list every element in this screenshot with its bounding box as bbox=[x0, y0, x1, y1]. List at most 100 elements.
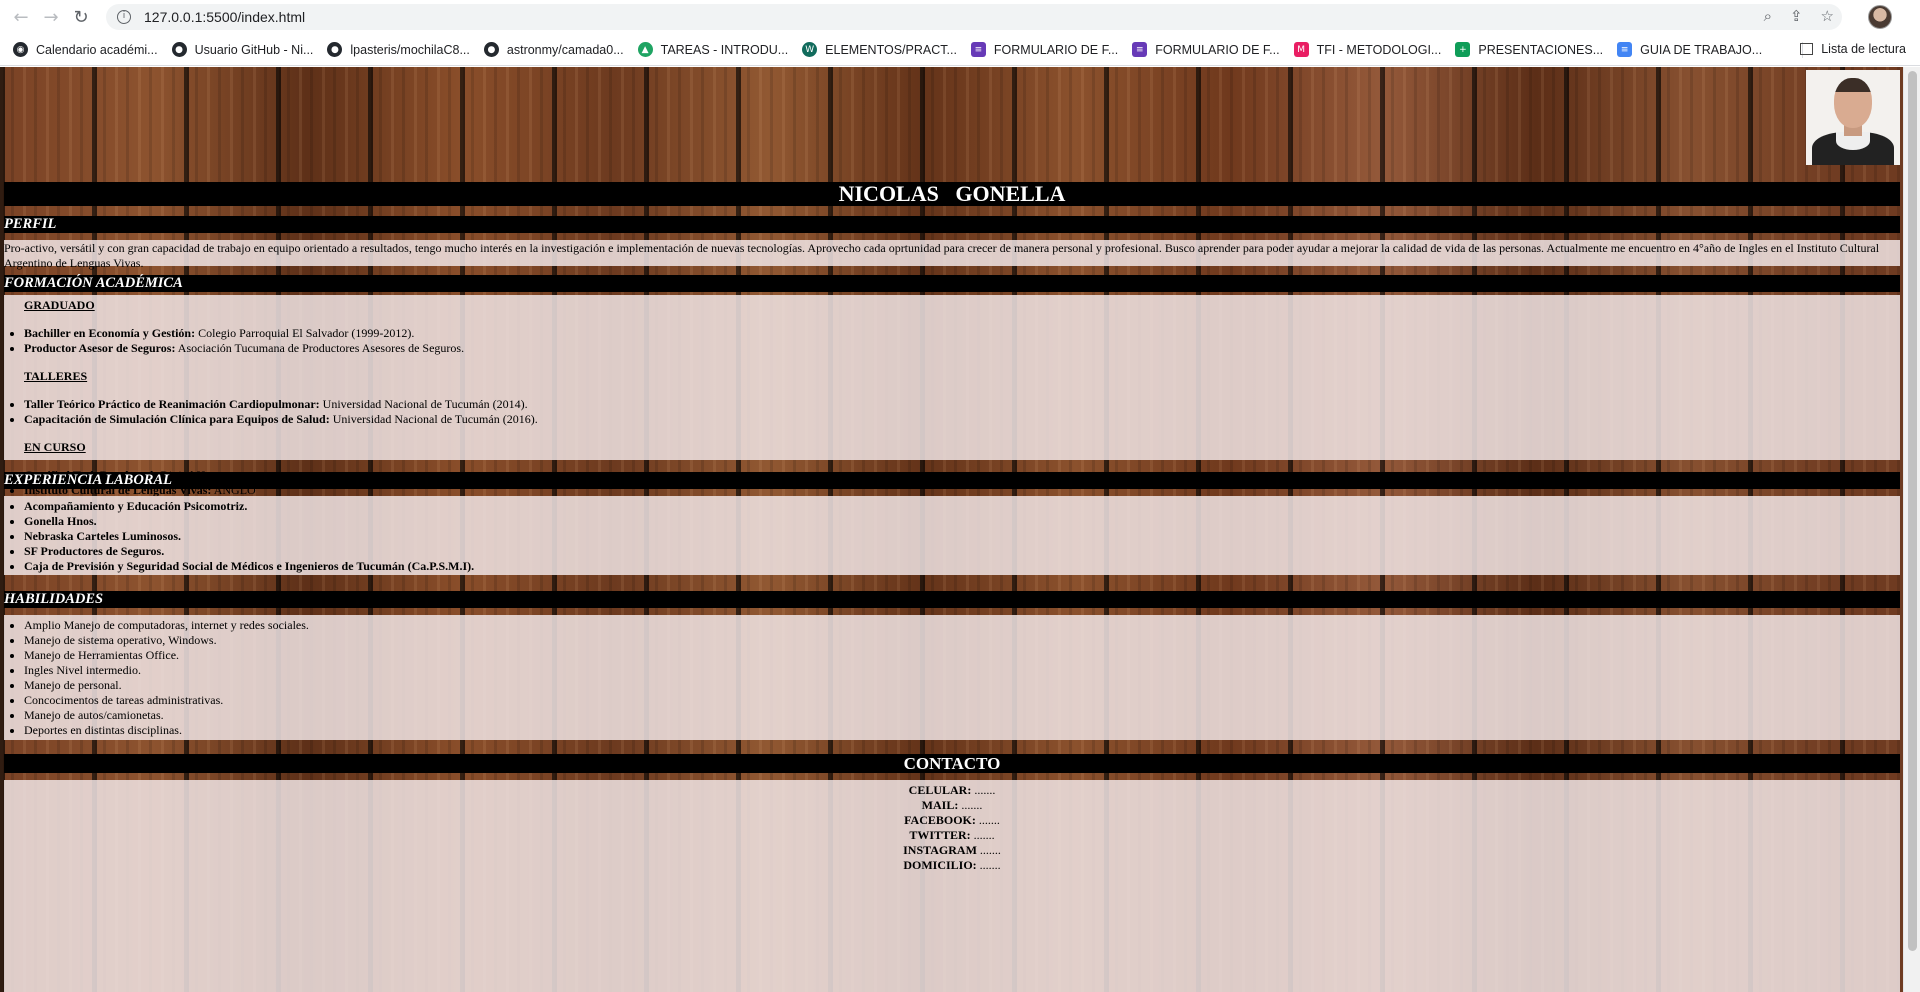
section-heading-contacto: CONTACTO bbox=[4, 754, 1900, 773]
github-like-icon: ◉ bbox=[13, 42, 28, 57]
reading-list-label: Lista de lectura bbox=[1821, 42, 1906, 56]
section-heading-perfil: PERFIL bbox=[4, 216, 1900, 233]
item-title: Taller Teórico Práctico de Reanimación C… bbox=[24, 397, 320, 411]
bookmarks-bar: ◉ Calendario académi... ● Usuario GitHub - … bbox=[0, 34, 1920, 66]
list-item: Bachiller en Economía y Gestión: Colegio… bbox=[24, 326, 1900, 341]
browser-toolbar: ← → ↻ i 127.0.0.1:5500/index.html ⌕ ⇪ ☆ bbox=[0, 0, 1920, 34]
bookmark-item[interactable]: ≡ GUIA DE TRABAJO... bbox=[1617, 42, 1762, 57]
bookmark-item[interactable]: ● astronmy/camada0... bbox=[483, 42, 624, 57]
bookmark-label: FORMULARIO DE F... bbox=[993, 42, 1119, 57]
list-item: Concocimentos de tareas administrativas. bbox=[24, 693, 1900, 708]
profile-photo bbox=[1806, 70, 1900, 165]
subheading-en-curso: EN CURSO bbox=[24, 440, 86, 454]
bookmark-item[interactable]: ≡ FORMULARIO DE F... bbox=[970, 42, 1119, 57]
contact-value: ....... bbox=[970, 828, 995, 842]
list-item: Manejo de personal. bbox=[24, 678, 1900, 693]
bookmark-label: Usuario GitHub - Ni... bbox=[194, 42, 314, 57]
zoom-icon[interactable]: ⌕ bbox=[1764, 7, 1772, 25]
contact-value: ....... bbox=[976, 858, 1001, 872]
bookmark-label: lpasteris/mochilaC8... bbox=[350, 42, 470, 57]
page-title: NICOLAS GONELLA bbox=[4, 182, 1900, 206]
bookmark-item[interactable]: ● lpasteris/mochilaC8... bbox=[327, 42, 470, 57]
job-title: Gonella Hnos. bbox=[24, 514, 97, 528]
contact-label: DOMICILIO: bbox=[903, 858, 977, 872]
list-item: Gonella Hnos. bbox=[24, 514, 1900, 529]
list-item: Manejo de sistema operativo, Windows. bbox=[24, 633, 1900, 648]
contact-row: DOMICILIO: ....... bbox=[4, 858, 1900, 873]
github-icon: ● bbox=[327, 42, 343, 57]
perfil-panel: Pro-activo, versátil y con gran capacida… bbox=[4, 240, 1900, 270]
section-heading-formacion: FORMACIÓN ACADÉMICA bbox=[4, 275, 1900, 292]
list-item: Taller Teórico Práctico de Reanimación C… bbox=[24, 397, 1900, 412]
list-item: Manejo de Herramientas Office. bbox=[24, 648, 1900, 663]
job-title: Acompañamiento y Educación Psicomotriz. bbox=[24, 499, 248, 513]
reload-icon[interactable]: ↻ bbox=[66, 2, 96, 32]
bookmark-item[interactable]: ◉ Calendario académi... bbox=[13, 42, 158, 57]
bookmark-item[interactable]: W ELEMENTOS/PRACT... bbox=[802, 42, 957, 57]
bookmark-label: TFI - METODOLOGI... bbox=[1316, 42, 1442, 57]
bookmark-item[interactable]: ▲ TAREAS - INTRODU... bbox=[637, 42, 789, 57]
bookmark-label: ELEMENTOS/PRACT... bbox=[825, 42, 957, 57]
contact-row: FACEBOOK: ....... bbox=[4, 813, 1900, 828]
item-detail: Universidad Nacional de Tucumán (2014). bbox=[319, 397, 528, 411]
contact-row: INSTAGRAM ....... bbox=[4, 843, 1900, 858]
site-info-icon[interactable]: i bbox=[117, 10, 131, 24]
profile-avatar[interactable] bbox=[1868, 5, 1892, 29]
perfil-text: Pro-activo, versátil y con gran capacida… bbox=[4, 241, 1880, 270]
contact-label: MAIL: bbox=[921, 798, 959, 812]
contact-row: CELULAR: ....... bbox=[4, 783, 1900, 798]
contact-value: ....... bbox=[971, 783, 996, 797]
job-title: SF Productores de Seguros. bbox=[24, 544, 165, 558]
share-icon[interactable]: ⇪ bbox=[1790, 7, 1803, 25]
contact-value: ....... bbox=[975, 813, 1000, 827]
reading-list-button[interactable]: Lista de lectura bbox=[1800, 42, 1906, 56]
item-title: Productor Asesor de Seguros: bbox=[24, 341, 176, 355]
item-detail: Colegio Parroquial El Salvador (1999-201… bbox=[195, 326, 415, 340]
bookmark-label: FORMULARIO DE F... bbox=[1155, 42, 1280, 57]
habilidades-panel: Amplio Manejo de computadoras, internet … bbox=[4, 615, 1900, 740]
list-item: Ingles Nivel intermedio. bbox=[24, 663, 1900, 678]
list-item: Manejo de autos/camionetas. bbox=[24, 708, 1900, 723]
github-icon: ● bbox=[171, 42, 187, 57]
bookmark-item[interactable]: ● Usuario GitHub - Ni... bbox=[171, 42, 314, 57]
bookmark-label: astronmy/camada0... bbox=[506, 42, 624, 57]
list-item: Productor Asesor de Seguros: Asociación … bbox=[24, 341, 1900, 356]
bookmark-label: PRESENTACIONES... bbox=[1478, 42, 1604, 57]
formacion-panel: GRADUADO Bachiller en Economía y Gestión… bbox=[4, 295, 1900, 497]
url-text[interactable]: 127.0.0.1:5500/index.html bbox=[144, 9, 305, 25]
forms-icon: ≡ bbox=[970, 42, 986, 57]
bookmark-label: TAREAS - INTRODU... bbox=[660, 42, 789, 57]
list-item: Amplio Manejo de computadoras, internet … bbox=[24, 618, 1900, 633]
m-icon: M bbox=[1293, 42, 1309, 57]
address-bar[interactable]: i 127.0.0.1:5500/index.html ⌕ ⇪ ☆ bbox=[106, 4, 1842, 30]
bookmark-label: GUIA DE TRABAJO... bbox=[1640, 42, 1763, 57]
bookmark-star-icon[interactable]: ☆ bbox=[1821, 7, 1834, 25]
habilidades-list: Amplio Manejo de computadoras, internet … bbox=[24, 618, 1900, 738]
scrollbar-thumb[interactable] bbox=[1908, 71, 1917, 951]
list-item: Caja de Previsión y Seguridad Social de … bbox=[24, 559, 1900, 574]
contacto-panel: CELULAR: ....... MAIL: ....... FACEBOOK: .… bbox=[4, 780, 1900, 992]
talleres-list: Taller Teórico Práctico de Reanimación C… bbox=[24, 397, 1900, 427]
item-title: Capacitación de Simulación Clínica para … bbox=[24, 412, 330, 426]
docs-icon: ≡ bbox=[1617, 42, 1633, 57]
contact-row: TWITTER: ....... bbox=[4, 828, 1900, 843]
back-arrow-icon[interactable]: ← bbox=[6, 2, 36, 32]
vertical-scrollbar[interactable] bbox=[1903, 67, 1920, 992]
contact-label: INSTAGRAM bbox=[903, 843, 977, 857]
reading-list-icon bbox=[1800, 43, 1814, 55]
forms-icon: ≡ bbox=[1132, 42, 1148, 57]
job-title: Nebraska Carteles Luminosos. bbox=[24, 529, 182, 543]
contact-label: FACEBOOK: bbox=[904, 813, 976, 827]
bookmark-item[interactable]: ≡ FORMULARIO DE F... bbox=[1132, 42, 1280, 57]
bookmark-item[interactable]: M TFI - METODOLOGI... bbox=[1293, 42, 1442, 57]
experiencia-list: Acompañamiento y Educación Psicomotriz.G… bbox=[24, 499, 1900, 574]
list-item: Nebraska Carteles Luminosos. bbox=[24, 529, 1900, 544]
bookmark-item[interactable]: + PRESENTACIONES... bbox=[1455, 42, 1603, 57]
contact-label: TWITTER: bbox=[909, 828, 971, 842]
bookmark-label: Calendario académi... bbox=[36, 42, 158, 57]
page-viewport: NICOLAS GONELLA PERFIL Pro-activo, versá… bbox=[0, 67, 1920, 992]
list-item: Deportes en distintas disciplinas. bbox=[24, 723, 1900, 738]
forward-arrow-icon[interactable]: → bbox=[36, 2, 66, 32]
contact-label: CELULAR: bbox=[908, 783, 972, 797]
drive-icon: ▲ bbox=[637, 42, 653, 57]
